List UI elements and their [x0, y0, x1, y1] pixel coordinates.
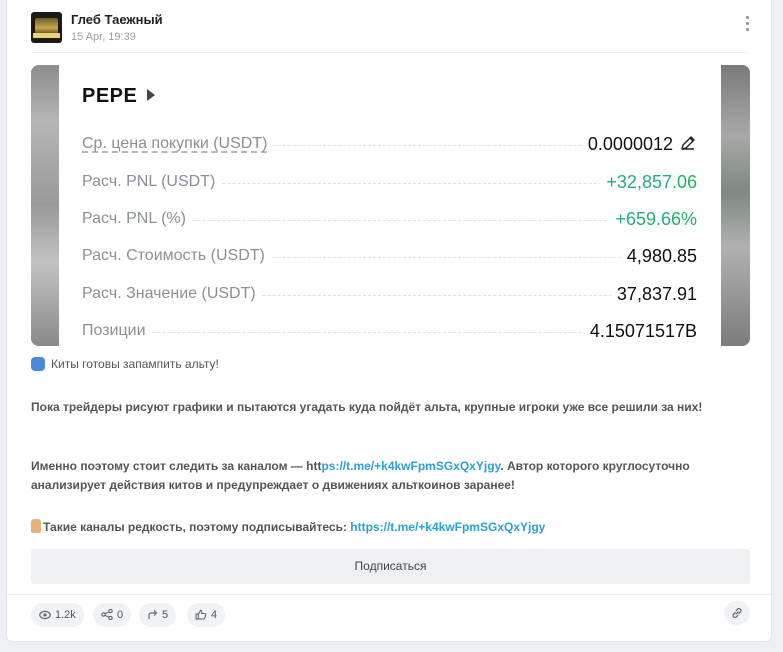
pnl-row-value-text: +659.66%	[615, 209, 697, 229]
pnl-row-value-text: 4.15071517B	[589, 321, 697, 341]
blurred-edge-left	[31, 65, 59, 346]
p2-text-start: Именно поэтому стоит следить за каналом …	[31, 459, 322, 473]
pointing-hand-icon	[31, 519, 41, 533]
pnl-row-value-text: 0.0000012	[587, 134, 673, 154]
post-image[interactable]: PEPE Ср. цена покупки (USDT) 0.0000012 Рас…	[31, 65, 750, 346]
divider	[7, 594, 773, 595]
eye-icon	[39, 610, 51, 620]
copy-link-button[interactable]	[724, 601, 750, 625]
pnl-row: Позиции 4.15071517B	[82, 320, 697, 344]
paragraph-3: Такие каналы редкость, поэтому подписыва…	[31, 518, 731, 537]
like-button[interactable]: 4	[187, 603, 226, 627]
thumbs-up-icon	[195, 609, 207, 620]
intro-text: Киты готовы запампить альту!	[51, 357, 219, 371]
pnl-row-value-text: +32,857.06	[606, 172, 697, 192]
pnl-row-value: 0.0000012	[581, 134, 697, 155]
pnl-row-label: Ср. цена покупки (USDT)	[82, 135, 274, 153]
pencil-icon[interactable]	[679, 134, 697, 152]
shares-count: 0	[117, 609, 124, 621]
pnl-panel: PEPE Ср. цена покупки (USDT) 0.0000012 Рас…	[59, 65, 721, 346]
channel-link-2[interactable]: https://t.me/+k4kwFpmSGxQxYjgy	[350, 520, 545, 534]
pnl-row-value: 37,837.91	[610, 284, 697, 305]
pnl-row-label: Расч. Стоимость (USDT)	[82, 247, 271, 265]
pnl-row-label: Позиции	[82, 322, 152, 340]
repost-arrow-icon	[148, 610, 158, 619]
intro-line: Киты готовы запампить альту!	[31, 357, 219, 371]
whale-emoji-icon	[31, 357, 45, 371]
post-header: Глеб Таежный 15 Apr, 19:39	[7, 0, 773, 52]
pnl-row: Расч. PNL (USDT) +32,857.06	[82, 171, 697, 195]
post-time: 15 Apr, 19:39	[71, 31, 136, 43]
pnl-row-value-text: 37,837.91	[616, 284, 697, 304]
share-icon	[101, 609, 113, 620]
avatar[interactable]	[31, 12, 62, 43]
likes-count: 4	[211, 609, 218, 621]
paragraph-1: Пока трейдеры рисуют графики и пытаются …	[31, 400, 703, 414]
views-count: 1.2k	[55, 609, 76, 621]
paragraph-2: Именно поэтому стоит следить за каналом …	[31, 457, 731, 495]
pnl-row-label: Расч. PNL (%)	[82, 210, 192, 228]
pnl-row: Ср. цена покупки (USDT) 0.0000012	[82, 133, 697, 157]
p3-text: Такие каналы редкость, поэтому подписыва…	[43, 520, 351, 534]
subscribe-button[interactable]: Подписаться	[31, 549, 750, 584]
coin-title: PEPE	[82, 85, 138, 107]
more-vertical-icon[interactable]	[743, 16, 751, 34]
author-name[interactable]: Глеб Таежный	[71, 12, 163, 27]
repost-button[interactable]: 5	[139, 603, 177, 627]
post-card: Глеб Таежный 15 Apr, 19:39 PEPE Ср. цена…	[6, 0, 773, 642]
pnl-row-label: Расч. Значение (USDT)	[82, 285, 262, 303]
channel-link[interactable]: ps://t.me/+k4kwFpmSGxQxYjgy	[321, 459, 500, 473]
link-icon	[732, 608, 742, 618]
pnl-row: Расч. Значение (USDT) 37,837.91	[82, 283, 697, 307]
blurred-edge-right	[721, 65, 750, 346]
divider	[31, 52, 749, 53]
pnl-row-value: +32,857.06	[600, 172, 697, 193]
pnl-row-value: 4.15071517B	[583, 321, 697, 342]
share-button[interactable]: 0	[93, 603, 132, 627]
pnl-row-value: +659.66%	[609, 209, 697, 230]
pnl-row: Расч. Стоимость (USDT) 4,980.85	[82, 245, 697, 269]
pnl-row: Расч. PNL (%) +659.66%	[82, 208, 697, 232]
pnl-row-value: 4,980.85	[620, 246, 697, 267]
reposts-count: 5	[162, 609, 169, 621]
pnl-row-value-text: 4,980.85	[626, 246, 697, 266]
play-arrow-icon	[147, 89, 155, 101]
views-counter[interactable]: 1.2k	[31, 603, 84, 627]
pnl-row-label: Расч. PNL (USDT)	[82, 173, 222, 191]
